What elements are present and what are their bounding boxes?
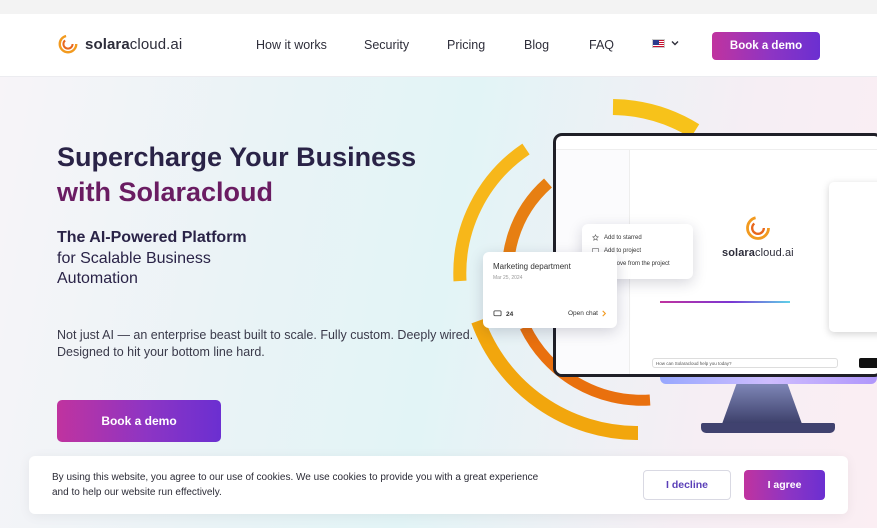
chat-placeholder: How can Solaracloud help you today? <box>656 361 732 366</box>
hero-title-line1: Supercharge Your Business <box>57 142 417 172</box>
cookie-text: By using this website, you agree to our … <box>52 470 552 500</box>
site-logo[interactable]: solaracloud.ai <box>57 33 182 55</box>
chat-bubble-icon <box>493 310 502 317</box>
chevron-right-icon <box>602 310 607 317</box>
hero-subtitle: The AI-Powered Platform for Scalable Bus… <box>57 228 247 290</box>
app-chat-input[interactable]: How can Solaracloud help you today? <box>652 358 838 368</box>
app-right-panel <box>829 182 877 332</box>
header-book-demo-button[interactable]: Book a demo <box>712 32 820 60</box>
site-header: solaracloud.ai How it works Security Pri… <box>0 14 877 77</box>
cookie-decline-button[interactable]: I decline <box>643 470 731 500</box>
nav-how-it-works[interactable]: How it works <box>256 38 327 52</box>
app-center-logo: solaracloud.ai <box>722 214 794 259</box>
star-icon <box>592 234 599 241</box>
card-date: Mar 25, 2024 <box>493 275 523 281</box>
app-progress-bar <box>660 301 790 303</box>
hero-book-demo-button[interactable]: Book a demo <box>57 400 221 442</box>
cookie-agree-button[interactable]: I agree <box>744 470 825 500</box>
card-open-chat-link[interactable]: Open chat <box>568 310 607 317</box>
us-flag-icon <box>652 38 665 48</box>
logo-text: solaracloud.ai <box>85 35 183 53</box>
monitor-base <box>701 423 835 433</box>
cookie-banner: By using this website, you agree to our … <box>29 456 848 514</box>
cookie-text-line1: By using this website, you agree to our … <box>52 472 539 483</box>
solara-logo-icon <box>58 34 78 54</box>
nav-security[interactable]: Security <box>364 38 409 52</box>
menu-item-add-starred[interactable]: Add to starred <box>592 234 642 241</box>
menu-item-label: Add to starred <box>604 234 642 241</box>
app-send-button[interactable] <box>859 358 877 368</box>
app-topbar <box>556 136 877 150</box>
project-card[interactable]: Marketing department Mar 25, 2024 24 Ope… <box>483 252 617 328</box>
language-selector[interactable] <box>652 38 680 48</box>
hero-subtitle-bold: The AI-Powered Platform <box>57 229 247 246</box>
chevron-down-icon <box>671 41 679 46</box>
hero-title: Supercharge Your Business with Solaraclo… <box>57 140 416 210</box>
hero-title-line2: with Solaracloud <box>57 177 274 207</box>
cookie-text-line2: and to help our website run effectively. <box>52 487 222 498</box>
card-title: Marketing department <box>493 262 571 271</box>
product-visual: solaracloud.ai How can Solaracloud help … <box>430 95 877 440</box>
nav-faq[interactable]: FAQ <box>589 38 614 52</box>
solara-logo-icon <box>745 216 770 240</box>
card-chat-count: 24 <box>493 310 513 318</box>
app-logo-text: solaracloud.ai <box>722 247 794 259</box>
hero-subtitle-line2: for Scalable Business <box>57 249 211 267</box>
top-strip <box>0 0 877 14</box>
nav-blog[interactable]: Blog <box>524 38 549 52</box>
nav-pricing[interactable]: Pricing <box>447 38 485 52</box>
hero-subtitle-line3: Automation <box>57 270 138 287</box>
